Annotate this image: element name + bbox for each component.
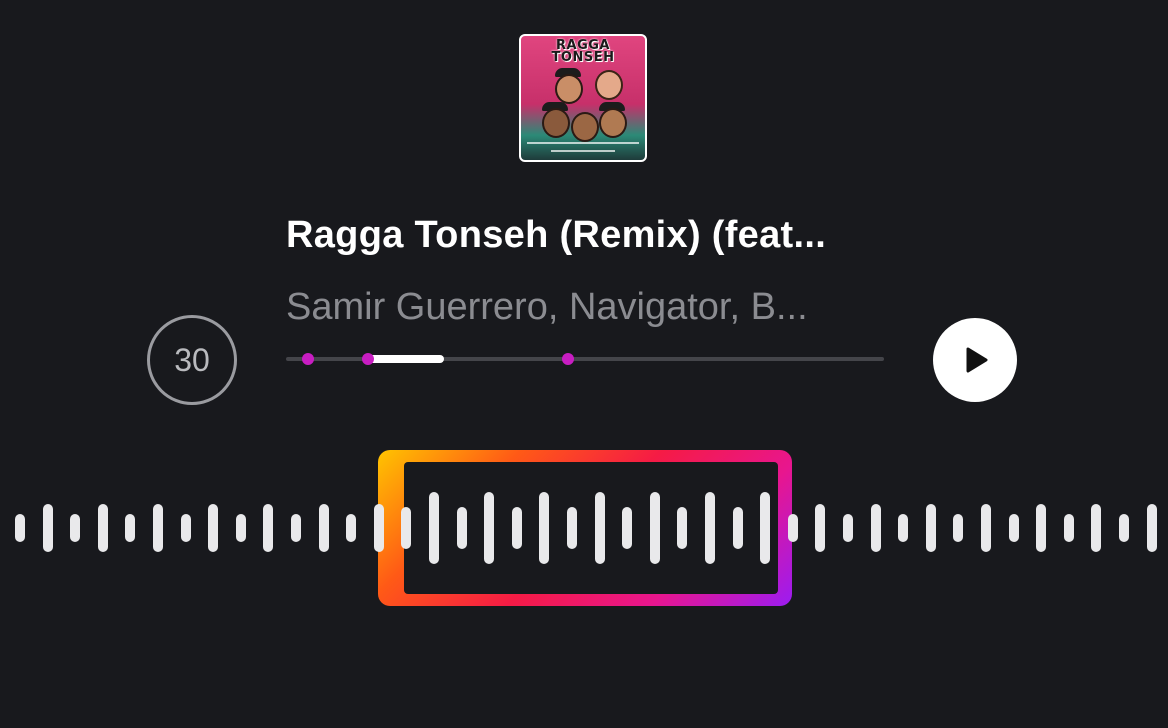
progress-marker: [302, 353, 314, 365]
waveform-bar: [567, 507, 577, 549]
waveform-bar: [1147, 504, 1157, 552]
album-art-title-line2: TONSEH: [551, 50, 615, 65]
waveform-bar: [374, 504, 384, 552]
waveform-bar: [1091, 504, 1101, 552]
waveform-bar: [981, 504, 991, 552]
waveform-bar: [622, 507, 632, 549]
waveform-bar: [760, 492, 770, 564]
waveform-bar: [1036, 504, 1046, 552]
waveform-bar: [733, 507, 743, 549]
waveform-bar: [153, 504, 163, 552]
waveform-bar: [953, 514, 963, 542]
waveform-bar: [898, 514, 908, 542]
waveform-bar: [236, 514, 246, 542]
progress-marker: [562, 353, 574, 365]
album-art-figure: [595, 70, 623, 100]
album-art-credits: [527, 142, 639, 144]
waveform-bar: [871, 504, 881, 552]
album-art-credits: [551, 150, 615, 152]
waveform-bar: [650, 492, 660, 564]
waveform-bar: [70, 514, 80, 542]
waveform-bar: [125, 514, 135, 542]
waveform-bar: [843, 514, 853, 542]
progress-marker: [362, 353, 374, 365]
progress-selection: [368, 355, 444, 363]
waveform-bar: [346, 514, 356, 542]
waveform-bar: [1009, 514, 1019, 542]
waveform-bar: [705, 492, 715, 564]
waveform-bar: [539, 492, 549, 564]
play-button[interactable]: [933, 318, 1017, 402]
album-art-figure: [542, 108, 570, 138]
waveform-bar: [457, 507, 467, 549]
waveform-bar: [319, 504, 329, 552]
waveform-bar: [815, 504, 825, 552]
audio-waveform[interactable]: [0, 450, 1168, 606]
waveform-bar: [429, 492, 439, 564]
duration-30-button[interactable]: 30: [147, 315, 237, 405]
track-artist: Samir Guerrero, Navigator, B...: [286, 286, 808, 328]
waveform-bar: [677, 507, 687, 549]
waveform-bar: [291, 514, 301, 542]
waveform-bar: [1119, 514, 1129, 542]
waveform-bar: [181, 514, 191, 542]
waveform-bar: [98, 504, 108, 552]
waveform-bar: [208, 504, 218, 552]
waveform-bar: [512, 507, 522, 549]
track-title: Ragga Tonseh (Remix) (feat...: [286, 214, 827, 256]
album-art-title: RAGGA TONSEH: [521, 39, 645, 65]
album-art-figure: [571, 112, 599, 142]
waveform-bar: [263, 504, 273, 552]
waveform-bar: [788, 514, 798, 542]
waveform-bar: [926, 504, 936, 552]
album-art: RAGGA TONSEH: [519, 34, 647, 162]
album-art-figure: [555, 74, 583, 104]
album-art-figure: [599, 108, 627, 138]
waveform-bar: [43, 504, 53, 552]
waveform-bar: [1064, 514, 1074, 542]
duration-label: 30: [174, 341, 210, 378]
play-icon: [966, 347, 988, 373]
waveform-bar: [484, 492, 494, 564]
waveform-bar: [15, 514, 25, 542]
waveform-bar: [401, 507, 411, 549]
waveform-bar: [595, 492, 605, 564]
